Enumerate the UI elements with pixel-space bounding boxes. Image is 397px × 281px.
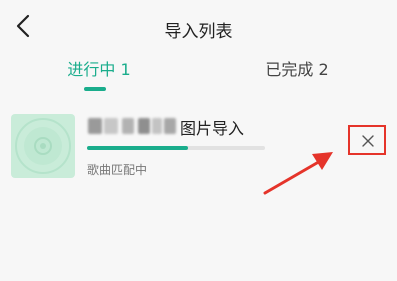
cancel-import-button[interactable]	[358, 131, 378, 151]
tab-completed[interactable]: 已完成 2	[198, 55, 396, 91]
top-bar: 导入列表	[0, 0, 397, 50]
active-tab-indicator	[84, 87, 106, 91]
import-name: 图片导入	[180, 119, 245, 138]
page-title: 导入列表	[164, 22, 233, 42]
progress-fill	[87, 146, 189, 150]
import-list-item[interactable]: 图片导入 歌曲匹配中	[0, 100, 397, 190]
playlist-thumbnail	[11, 114, 75, 178]
blurred-name	[88, 118, 178, 134]
back-button[interactable]	[10, 12, 36, 40]
tab-in-progress[interactable]: 进行中 1	[0, 55, 198, 91]
chevron-left-icon	[16, 14, 30, 38]
tab-bar: 进行中 1 已完成 2	[0, 55, 397, 95]
close-icon	[362, 135, 374, 147]
status-text: 歌曲匹配中	[87, 163, 148, 177]
progress-bar	[87, 146, 265, 150]
music-disc-icon	[15, 118, 71, 174]
